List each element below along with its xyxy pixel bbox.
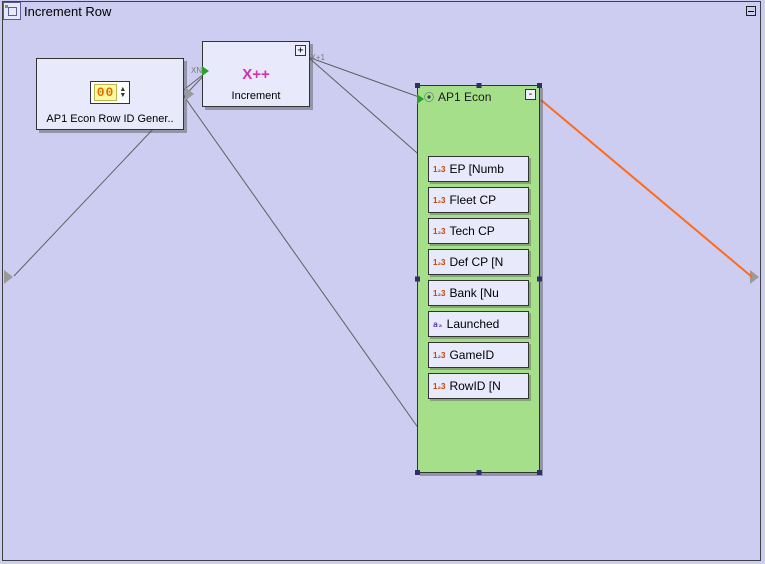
generator-node-label: AP1 Econ Row ID Gener.. [37, 113, 183, 127]
frame-collapse-button[interactable] [746, 6, 756, 16]
increment-port-in-label: XN [191, 66, 202, 75]
increment-node[interactable]: + X++ Increment XN X+1 [202, 41, 310, 107]
frame-output-terminal[interactable] [750, 270, 759, 284]
cluster-collapse-button[interactable]: - [525, 89, 536, 100]
field-fleet-cp[interactable]: 1₂3Fleet CP [428, 187, 529, 213]
frame-input-terminal[interactable] [4, 270, 13, 284]
block-icon [3, 2, 21, 20]
increment-port-out-label: X+1 [311, 53, 325, 62]
increment-input-port[interactable] [202, 66, 209, 76]
cluster-header: ⦿ AP1 Econ [418, 86, 539, 106]
increment-row-frame[interactable]: Increment Row 00 ▲▼ AP1 [2, 1, 761, 561]
cluster-type-icon: ⦿ [424, 89, 434, 104]
cluster-input-port[interactable] [417, 94, 424, 104]
cluster-fields: 1₂3EP [Numb 1₂3Fleet CP 1₂3Tech CP 1₂3De… [418, 106, 539, 409]
field-row-id[interactable]: 1₂3RowID [N [428, 373, 529, 399]
frame-title: Increment Row [22, 4, 111, 19]
frame-title-bar: Increment Row [3, 2, 111, 20]
field-launched[interactable]: aₐLaunched [428, 311, 529, 337]
increment-collapse-button[interactable]: + [295, 45, 306, 56]
cluster-title: AP1 Econ [438, 90, 491, 104]
field-bank[interactable]: 1₂3Bank [Nu [428, 280, 529, 306]
generator-output-port[interactable] [185, 87, 194, 101]
field-tech-cp[interactable]: 1₂3Tech CP [428, 218, 529, 244]
diagram-canvas[interactable]: Increment Row 00 ▲▼ AP1 [0, 0, 765, 564]
ap1-econ-cluster[interactable]: - ⦿ AP1 Econ 1₂3EP [Numb 1₂3Fleet CP 1₂3… [417, 85, 540, 473]
increment-node-label: Increment [203, 90, 309, 104]
field-ep[interactable]: 1₂3EP [Numb [428, 156, 529, 182]
field-game-id[interactable]: 1₂3GameID [428, 342, 529, 368]
field-def-cp[interactable]: 1₂3Def CP [N [428, 249, 529, 275]
increment-symbol: X++ [242, 66, 270, 83]
numeric-control-icon: 00 ▲▼ [90, 81, 131, 104]
row-id-generator-node[interactable]: 00 ▲▼ AP1 Econ Row ID Gener.. [36, 58, 184, 130]
